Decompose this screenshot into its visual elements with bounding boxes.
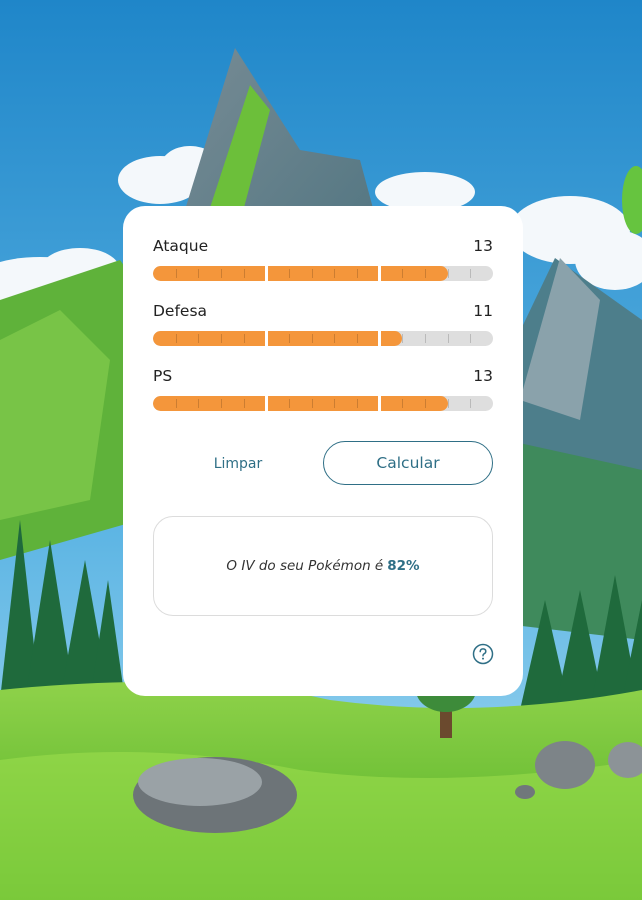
stat-value: 13 <box>473 367 493 385</box>
slider-tick <box>311 269 313 278</box>
slider-tick <box>221 334 222 343</box>
slider-segment-gap <box>264 266 268 281</box>
stat-value: 11 <box>473 302 493 320</box>
question-circle-icon[interactable] <box>472 643 494 665</box>
slider-ticks <box>153 396 493 411</box>
stat-attack: Ataque 13 <box>153 237 493 281</box>
slider-tick <box>402 269 404 278</box>
slider-segment-gap <box>264 331 268 346</box>
slider-tick <box>334 399 336 408</box>
slider-tick <box>470 399 472 408</box>
slider-tick <box>198 334 200 343</box>
slider-segment-gap <box>378 266 382 281</box>
slider-tick <box>198 269 200 278</box>
slider-segment-gap <box>378 331 382 346</box>
stat-label: Ataque <box>153 237 209 255</box>
slider-tick <box>175 399 177 408</box>
slider-tick <box>289 334 290 343</box>
slider-tick <box>243 399 245 408</box>
stat-label: Defesa <box>153 302 208 320</box>
stat-label: PS <box>153 367 173 385</box>
slider-tick <box>425 334 426 343</box>
slider-tick <box>221 399 222 408</box>
slider-tick <box>289 399 290 408</box>
stat-hp: PS 13 <box>153 367 493 411</box>
slider-tick <box>175 269 177 278</box>
stat-defense: Defesa 11 <box>153 302 493 346</box>
defense-slider[interactable] <box>153 331 493 346</box>
slider-tick <box>357 334 358 343</box>
slider-tick <box>425 269 426 278</box>
hp-slider[interactable] <box>153 396 493 411</box>
slider-tick <box>425 399 426 408</box>
slider-tick <box>334 269 336 278</box>
slider-tick <box>221 269 222 278</box>
slider-ticks <box>153 266 493 281</box>
slider-tick <box>402 334 404 343</box>
result-value: 82% <box>387 558 420 574</box>
slider-segment-gap <box>378 396 382 411</box>
slider-tick <box>357 269 358 278</box>
slider-tick <box>357 399 358 408</box>
slider-tick <box>447 334 449 343</box>
result-box: O IV do seu Pokémon é 82% <box>153 516 493 616</box>
slider-segment-gap <box>264 396 268 411</box>
slider-tick <box>470 269 472 278</box>
slider-tick <box>198 399 200 408</box>
stat-value: 13 <box>473 237 493 255</box>
slider-tick <box>311 399 313 408</box>
calculate-button[interactable]: Calcular <box>323 441 493 485</box>
slider-tick <box>243 334 245 343</box>
attack-slider[interactable] <box>153 266 493 281</box>
slider-ticks <box>153 331 493 346</box>
clear-button[interactable]: Limpar <box>193 453 283 475</box>
slider-tick <box>334 334 336 343</box>
slider-tick <box>447 399 449 408</box>
iv-calculator-card: Ataque 13 Defesa 11 PS 13 Limpar Calcula… <box>123 206 523 696</box>
slider-tick <box>289 269 290 278</box>
slider-tick <box>311 334 313 343</box>
slider-tick <box>470 334 472 343</box>
slider-tick <box>402 399 404 408</box>
slider-tick <box>447 269 449 278</box>
slider-tick <box>243 269 245 278</box>
result-text: O IV do seu Pokémon é <box>226 558 384 574</box>
slider-tick <box>175 334 177 343</box>
